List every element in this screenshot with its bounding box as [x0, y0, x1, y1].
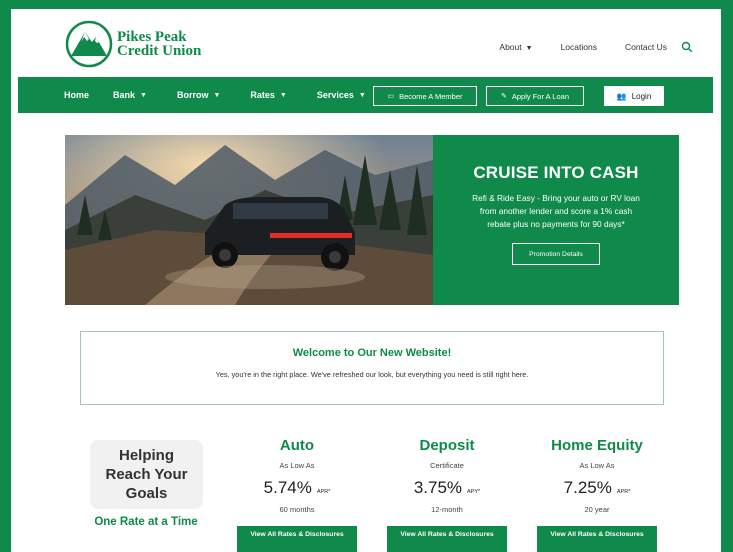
hero-image [65, 135, 433, 305]
hero-text: Refi & Ride Easy - Bring your auto or RV… [472, 193, 640, 229]
welcome-title: Welcome to Our New Website! [292, 347, 452, 359]
rate-sub: Certificate [430, 461, 464, 470]
rate-suffix: APR* [616, 489, 631, 495]
logo-line1: Pikes Peak [117, 29, 187, 45]
view-rates-button[interactable]: View All Rates & Disclosures [537, 526, 657, 552]
nav-home[interactable]: Home [64, 90, 89, 100]
chevron-down-icon: ▼ [140, 91, 147, 99]
top-bar: Pikes Peak Credit Union About ▼ Locations… [18, 9, 713, 77]
logo-text: Pikes Peak Credit Union [117, 29, 202, 59]
rate-term: 12-month [431, 505, 463, 514]
become-member-button[interactable]: ▭ Become A Member [373, 86, 477, 106]
rate-value: 3.75% APY* [385, 478, 509, 498]
utility-nav: About ▼ Locations Contact Us [471, 41, 693, 53]
locations-link[interactable]: Locations [561, 42, 597, 52]
suv-mountain-road-image [65, 135, 433, 305]
user-icon: 👥 [616, 91, 627, 101]
welcome-text: Yes, you're in the right place. We've re… [215, 370, 529, 379]
rate-title: Deposit [419, 437, 475, 454]
apply-loan-button[interactable]: ✎ Apply For A Loan [486, 86, 584, 106]
rate-number: 3.75% [413, 478, 463, 497]
promotion-details-button[interactable]: Promotion Details [512, 243, 600, 265]
view-rates-button[interactable]: View All Rates & Disclosures [387, 526, 507, 552]
welcome-box: Welcome to Our New Website! Yes, you're … [80, 331, 664, 405]
nav-bank-label: Bank [113, 90, 136, 100]
chevron-down-icon: ▼ [213, 91, 221, 99]
search-icon[interactable] [681, 41, 693, 53]
about-label: About [499, 42, 522, 52]
rate-suffix: APR* [316, 489, 331, 495]
hero-banner: CRUISE INTO CASH Refi & Ride Easy - Brin… [65, 135, 679, 305]
rate-title: Home Equity [551, 437, 643, 454]
page: Pikes Peak Credit Union About ▼ Locations… [18, 9, 713, 552]
rate-value: 7.25% APR* [535, 478, 659, 498]
mountain-logo-icon [65, 20, 113, 68]
about-link[interactable]: About ▼ [499, 42, 532, 52]
goals-line1: Helping [119, 447, 174, 464]
chevron-down-icon: ▼ [358, 91, 366, 99]
rate-card-auto: Auto As Low As 5.74% APR* 60 months View… [235, 437, 359, 552]
login-button[interactable]: 👥 Login [604, 86, 664, 106]
apply-loan-label: Apply For A Loan [511, 91, 569, 101]
contact-link[interactable]: Contact Us [625, 42, 667, 52]
view-rates-button[interactable]: View All Rates & Disclosures [237, 526, 357, 552]
nav-services-label: Services [316, 90, 354, 100]
hero-panel: CRUISE INTO CASH Refi & Ride Easy - Brin… [433, 135, 679, 305]
chevron-down-icon: ▼ [279, 91, 287, 99]
logo[interactable]: Pikes Peak Credit Union [65, 19, 265, 69]
rate-number: 7.25% [563, 478, 612, 497]
rate-card-deposit: Deposit Certificate 3.75% APY* 12-month … [385, 437, 509, 552]
rate-title: Auto [279, 437, 315, 454]
become-member-label: Become A Member [399, 91, 463, 101]
rate-sub: As Low As [279, 461, 315, 470]
rate-sub: As Low As [579, 461, 615, 470]
goals-line3: Goals [125, 485, 168, 502]
goals-box: Helping Reach Your Goals [90, 440, 203, 509]
login-label: Login [631, 91, 652, 101]
nav-borrow-label: Borrow [176, 90, 209, 100]
chevron-down-icon: ▼ [525, 45, 533, 52]
rate-term: 60 months [279, 505, 315, 514]
nav-services[interactable]: Services ▼ [317, 90, 366, 100]
nav-rates-label: Rates [250, 90, 275, 100]
nav-bank[interactable]: Bank ▼ [113, 90, 147, 100]
goals-line2: Reach Your [105, 466, 188, 483]
rate-suffix: APY* [467, 489, 481, 495]
goals-tagline: One Rate at a Time [94, 516, 198, 528]
rate-card-home-equity: Home Equity As Low As 7.25% APR* 20 year… [535, 437, 659, 552]
main-nav: Home Bank ▼ Borrow ▼ Rates ▼ Services ▼ ▭ Be… [18, 77, 713, 113]
rate-number: 5.74% [263, 478, 312, 497]
edit-icon: ✎ [501, 93, 507, 100]
folder-icon: ▭ [387, 93, 395, 100]
hero-title: CRUISE INTO CASH [473, 163, 639, 182]
rate-value: 5.74% APR* [235, 478, 359, 498]
nav-borrow[interactable]: Borrow ▼ [177, 90, 220, 100]
nav-rates[interactable]: Rates ▼ [250, 90, 286, 100]
logo-line2: Credit Union [117, 43, 202, 59]
rate-term: 20 year [584, 505, 610, 514]
nav-home-label: Home [64, 90, 90, 100]
